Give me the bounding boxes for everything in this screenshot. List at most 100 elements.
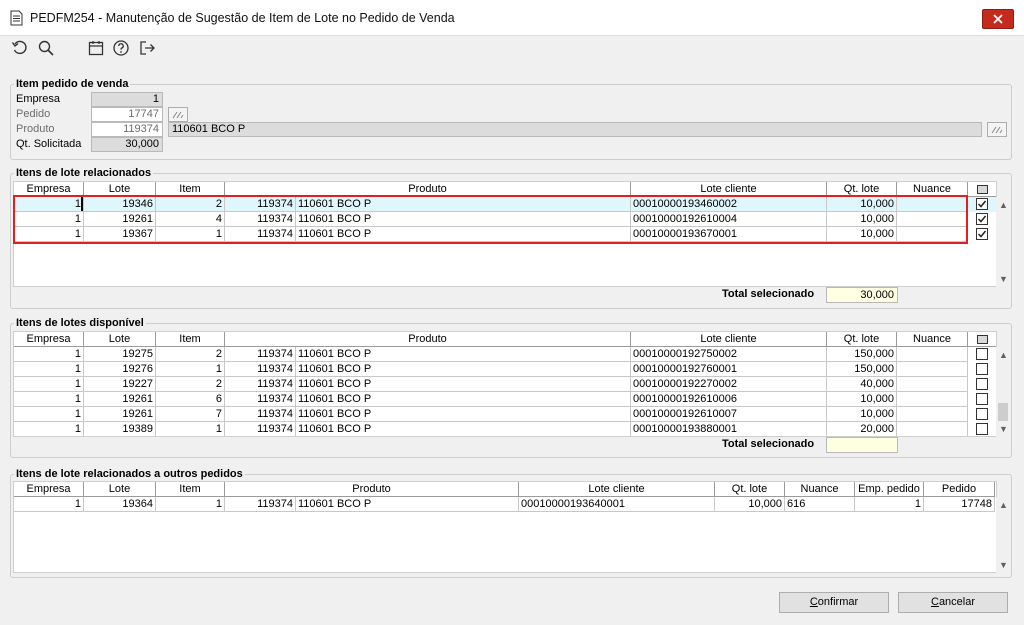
column-header[interactable]: Pedido [924, 482, 995, 497]
select-all-header[interactable] [968, 332, 996, 347]
scroll-down-arrow[interactable]: ▼ [999, 561, 1008, 570]
cell-nuance [897, 227, 968, 242]
column-header[interactable]: Qt. lote [827, 182, 897, 197]
toolbar [0, 36, 1024, 64]
help-button[interactable] [111, 38, 131, 58]
cell-item: 1 [156, 422, 225, 436]
column-header[interactable]: Produto [225, 182, 631, 197]
scroll-down-arrow[interactable]: ▼ [999, 275, 1008, 284]
cell-qt-lote: 150,000 [827, 362, 897, 377]
qt-solicitada-field[interactable]: 30,000 [91, 137, 163, 152]
cell-prod-code: 119374 [225, 212, 296, 227]
available-scrollbar[interactable]: ▲ ▼ [996, 347, 1010, 437]
table-row[interactable]: 1 19227 2 119374 110601 BCO P 000100001922700… [14, 377, 996, 392]
column-header[interactable]: Qt. lote [715, 482, 785, 497]
empresa-field[interactable]: 1 [91, 92, 163, 107]
close-button[interactable] [982, 9, 1014, 29]
column-header[interactable]: Emp. pedido [855, 482, 924, 497]
column-header[interactable]: Item [156, 482, 225, 497]
table-row[interactable]: 1 19261 6 119374 110601 BCO P 000100001926100… [14, 392, 996, 407]
column-header[interactable]: Nuance [897, 182, 968, 197]
cell-lote-cliente: 00010000192610006 [631, 392, 827, 407]
column-header[interactable]: Lote [84, 332, 156, 347]
search-icon [38, 40, 54, 56]
undo-button[interactable] [10, 38, 30, 58]
row-checkbox[interactable] [976, 423, 988, 435]
cell-empresa: 1 [14, 197, 84, 212]
column-header[interactable]: Produto [225, 482, 519, 497]
scroll-up-arrow[interactable]: ▲ [999, 201, 1008, 210]
column-header[interactable]: Lote [84, 482, 156, 497]
cell-qt-lote: 40,000 [827, 377, 897, 392]
column-header[interactable]: Item [156, 182, 225, 197]
search-button[interactable] [36, 38, 56, 58]
scroll-thumb[interactable] [998, 403, 1008, 421]
exit-button[interactable] [137, 38, 157, 58]
column-header[interactable]: Lote cliente [519, 482, 715, 497]
table-row[interactable]: 1 19364 1 119374 110601 BCO P 000100001936400… [14, 497, 996, 512]
row-checkbox[interactable] [976, 213, 988, 225]
column-header[interactable]: Empresa [14, 482, 84, 497]
available-lots-grid: Empresa Lote Item Produto Lote cliente Qt. lo… [13, 331, 997, 437]
cancel-accelerator: C [930, 596, 939, 608]
cell-lote-cliente: 00010000193880001 [631, 422, 827, 436]
other-scrollbar[interactable]: ▲ ▼ [996, 497, 1010, 573]
row-checkbox[interactable] [976, 378, 988, 390]
related-scrollbar[interactable]: ▲ ▼ [996, 197, 1010, 287]
cell-lote: 19389 [84, 422, 156, 436]
pedido-field[interactable]: 17747 [91, 107, 163, 122]
cell-lote: 19227 [84, 377, 156, 392]
column-header[interactable]: Nuance [897, 332, 968, 347]
calendar-button[interactable] [86, 38, 106, 58]
scroll-up-arrow[interactable]: ▲ [999, 501, 1008, 510]
table-row[interactable]: 1 19276 1 119374 110601 BCO P 000100001927600… [14, 362, 996, 377]
column-header[interactable]: Empresa [14, 332, 84, 347]
row-checkbox[interactable] [976, 408, 988, 420]
row-checkbox[interactable] [976, 393, 988, 405]
column-header[interactable]: Lote cliente [631, 332, 827, 347]
cell-empresa: 1 [14, 212, 84, 227]
check-icon [977, 200, 987, 208]
cell-prod-desc: 110601 BCO P [296, 422, 631, 436]
table-row[interactable]: 1 19261 7 119374 110601 BCO P 000100001926100… [14, 407, 996, 422]
cell-item: 2 [156, 197, 225, 212]
cell-prod-code: 119374 [225, 197, 296, 212]
scroll-up-arrow[interactable]: ▲ [999, 351, 1008, 360]
row-checkbox[interactable] [976, 363, 988, 375]
produto-field[interactable]: 119374 [91, 122, 163, 137]
scroll-down-arrow[interactable]: ▼ [999, 425, 1008, 434]
row-checkbox[interactable] [976, 228, 988, 240]
column-header[interactable]: Empresa [14, 182, 84, 197]
select-all-header[interactable] [968, 182, 996, 197]
confirm-button[interactable]: Confirmar [779, 592, 889, 613]
table-row[interactable]: 1 19261 4 119374 110601 BCO P 000100001926100… [14, 212, 996, 227]
produto-lookup-button[interactable] [987, 122, 1007, 137]
table-row[interactable]: 1 19275 2 119374 110601 BCO P 000100001927500… [14, 347, 996, 362]
available-total-label: Total selecionado [722, 438, 815, 450]
column-header[interactable]: Lote cliente [631, 182, 827, 197]
column-header[interactable]: Produto [225, 332, 631, 347]
pedido-lookup-button[interactable] [168, 107, 188, 122]
select-all-icon[interactable] [976, 335, 988, 344]
related-lots-title: Itens de lote relacionados [14, 167, 154, 179]
cell-prod-desc: 110601 BCO P [296, 497, 519, 512]
column-header[interactable]: Qt. lote [827, 332, 897, 347]
select-all-icon[interactable] [976, 185, 988, 194]
table-row[interactable]: 1 19346 2 119374 110601 BCO P 000100001934600… [14, 197, 996, 212]
qt-solicitada-label: Qt. Solicitada [16, 138, 82, 150]
document-icon [10, 10, 23, 26]
cell-lote-cliente: 00010000192610004 [631, 212, 827, 227]
exit-icon [140, 41, 155, 55]
cancel-button[interactable]: Cancelar [898, 592, 1008, 613]
cell-qt-lote: 10,000 [827, 392, 897, 407]
cell-lote-cliente: 00010000193640001 [519, 497, 715, 512]
column-header[interactable]: Nuance [785, 482, 855, 497]
cell-empresa: 1 [14, 497, 84, 512]
table-row[interactable]: 1 19367 1 119374 110601 BCO P 000100001936700… [14, 227, 996, 242]
available-total-field [826, 437, 898, 453]
row-checkbox[interactable] [976, 198, 988, 210]
column-header[interactable]: Lote [84, 182, 156, 197]
column-header[interactable]: Item [156, 332, 225, 347]
row-checkbox[interactable] [976, 348, 988, 360]
table-row[interactable]: 1 19389 1 119374 110601 BCO P 000100001938800… [14, 422, 996, 436]
